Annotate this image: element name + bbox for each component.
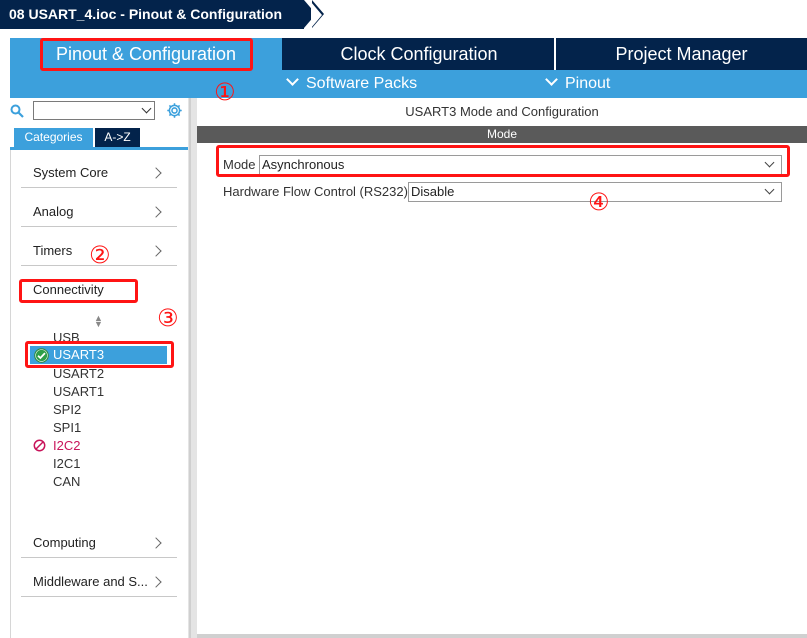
peripheral-spi1[interactable]: SPI1 <box>53 419 81 437</box>
category-label: System Core <box>33 165 109 180</box>
category-system-core[interactable]: System Core <box>21 158 177 188</box>
breadcrumb-item[interactable]: 08 USART_4.ioc - Pinout & Configuration <box>0 0 304 29</box>
category-computing[interactable]: Computing <box>21 528 177 558</box>
category-label: Computing <box>33 535 96 550</box>
peripheral-spi2[interactable]: SPI2 <box>53 401 81 419</box>
search-input[interactable] <box>33 101 155 120</box>
panel-bottom-border <box>197 634 807 638</box>
chevron-right-icon <box>150 576 162 588</box>
chevron-right-icon <box>150 206 162 218</box>
panel-title: USART3 Mode and Configuration <box>405 104 599 119</box>
category-label: Timers <box>33 243 73 258</box>
category-label: Middleware and S... <box>33 574 148 589</box>
tab-a-z[interactable]: A->Z <box>95 128 140 147</box>
search-icon[interactable] <box>10 104 24 118</box>
sub-toolbar: Software Packs Pinout <box>10 70 807 98</box>
tab-project-manager[interactable]: Project Manager <box>556 38 807 70</box>
category-label: Analog <box>33 204 74 219</box>
flow-control-select-value: Disable <box>411 184 455 199</box>
breadcrumb: 08 USART_4.ioc - Pinout & Configuration <box>0 0 807 29</box>
configuration-panel <box>197 98 807 638</box>
annotation-number-4: ④ <box>588 188 610 216</box>
highlight-box-connectivity <box>19 279 138 303</box>
chevron-down-icon <box>764 184 775 195</box>
chevron-right-icon <box>150 245 162 257</box>
chevron-right-icon <box>150 537 162 549</box>
annotation-number-3: ③ <box>157 304 179 332</box>
chevron-down-icon <box>286 73 299 86</box>
category-middleware[interactable]: Middleware and S... <box>21 567 177 597</box>
category-tabs-underline <box>10 147 189 150</box>
peripheral-usart1[interactable]: USART1 <box>53 383 104 401</box>
peripheral-i2c2[interactable]: I2C2 <box>53 437 80 455</box>
highlight-box-usart3 <box>25 341 174 368</box>
sort-icon[interactable]: ▲ ▼ <box>94 314 103 329</box>
flow-control-label: Hardware Flow Control (RS232) <box>223 184 408 199</box>
panel-border <box>10 150 11 638</box>
chevron-right-icon <box>150 167 162 179</box>
annotation-number-1: ① <box>214 78 236 106</box>
software-packs-menu[interactable]: Software Packs <box>286 70 418 98</box>
chevron-down-icon <box>545 73 558 86</box>
highlight-box-tab <box>40 38 253 71</box>
tab-clock-configuration[interactable]: Clock Configuration <box>284 38 554 70</box>
pinout-label: Pinout <box>565 75 611 92</box>
annotation-number-2: ② <box>89 241 111 269</box>
mode-section-header[interactable]: Mode <box>197 126 807 143</box>
gear-icon[interactable] <box>166 102 183 119</box>
peripheral-i2c1[interactable]: I2C1 <box>53 455 80 473</box>
highlight-box-mode <box>216 145 790 177</box>
peripheral-can[interactable]: CAN <box>53 473 80 491</box>
software-packs-label: Software Packs <box>306 75 418 92</box>
ban-icon <box>33 439 46 452</box>
tab-categories[interactable]: Categories <box>14 128 93 147</box>
panel-splitter-line <box>189 98 191 638</box>
category-analog[interactable]: Analog <box>21 197 177 227</box>
pinout-menu[interactable]: Pinout <box>545 70 611 98</box>
breadcrumb-arrow-outline-inner <box>311 1 322 28</box>
chevron-down-icon[interactable] <box>141 103 152 114</box>
